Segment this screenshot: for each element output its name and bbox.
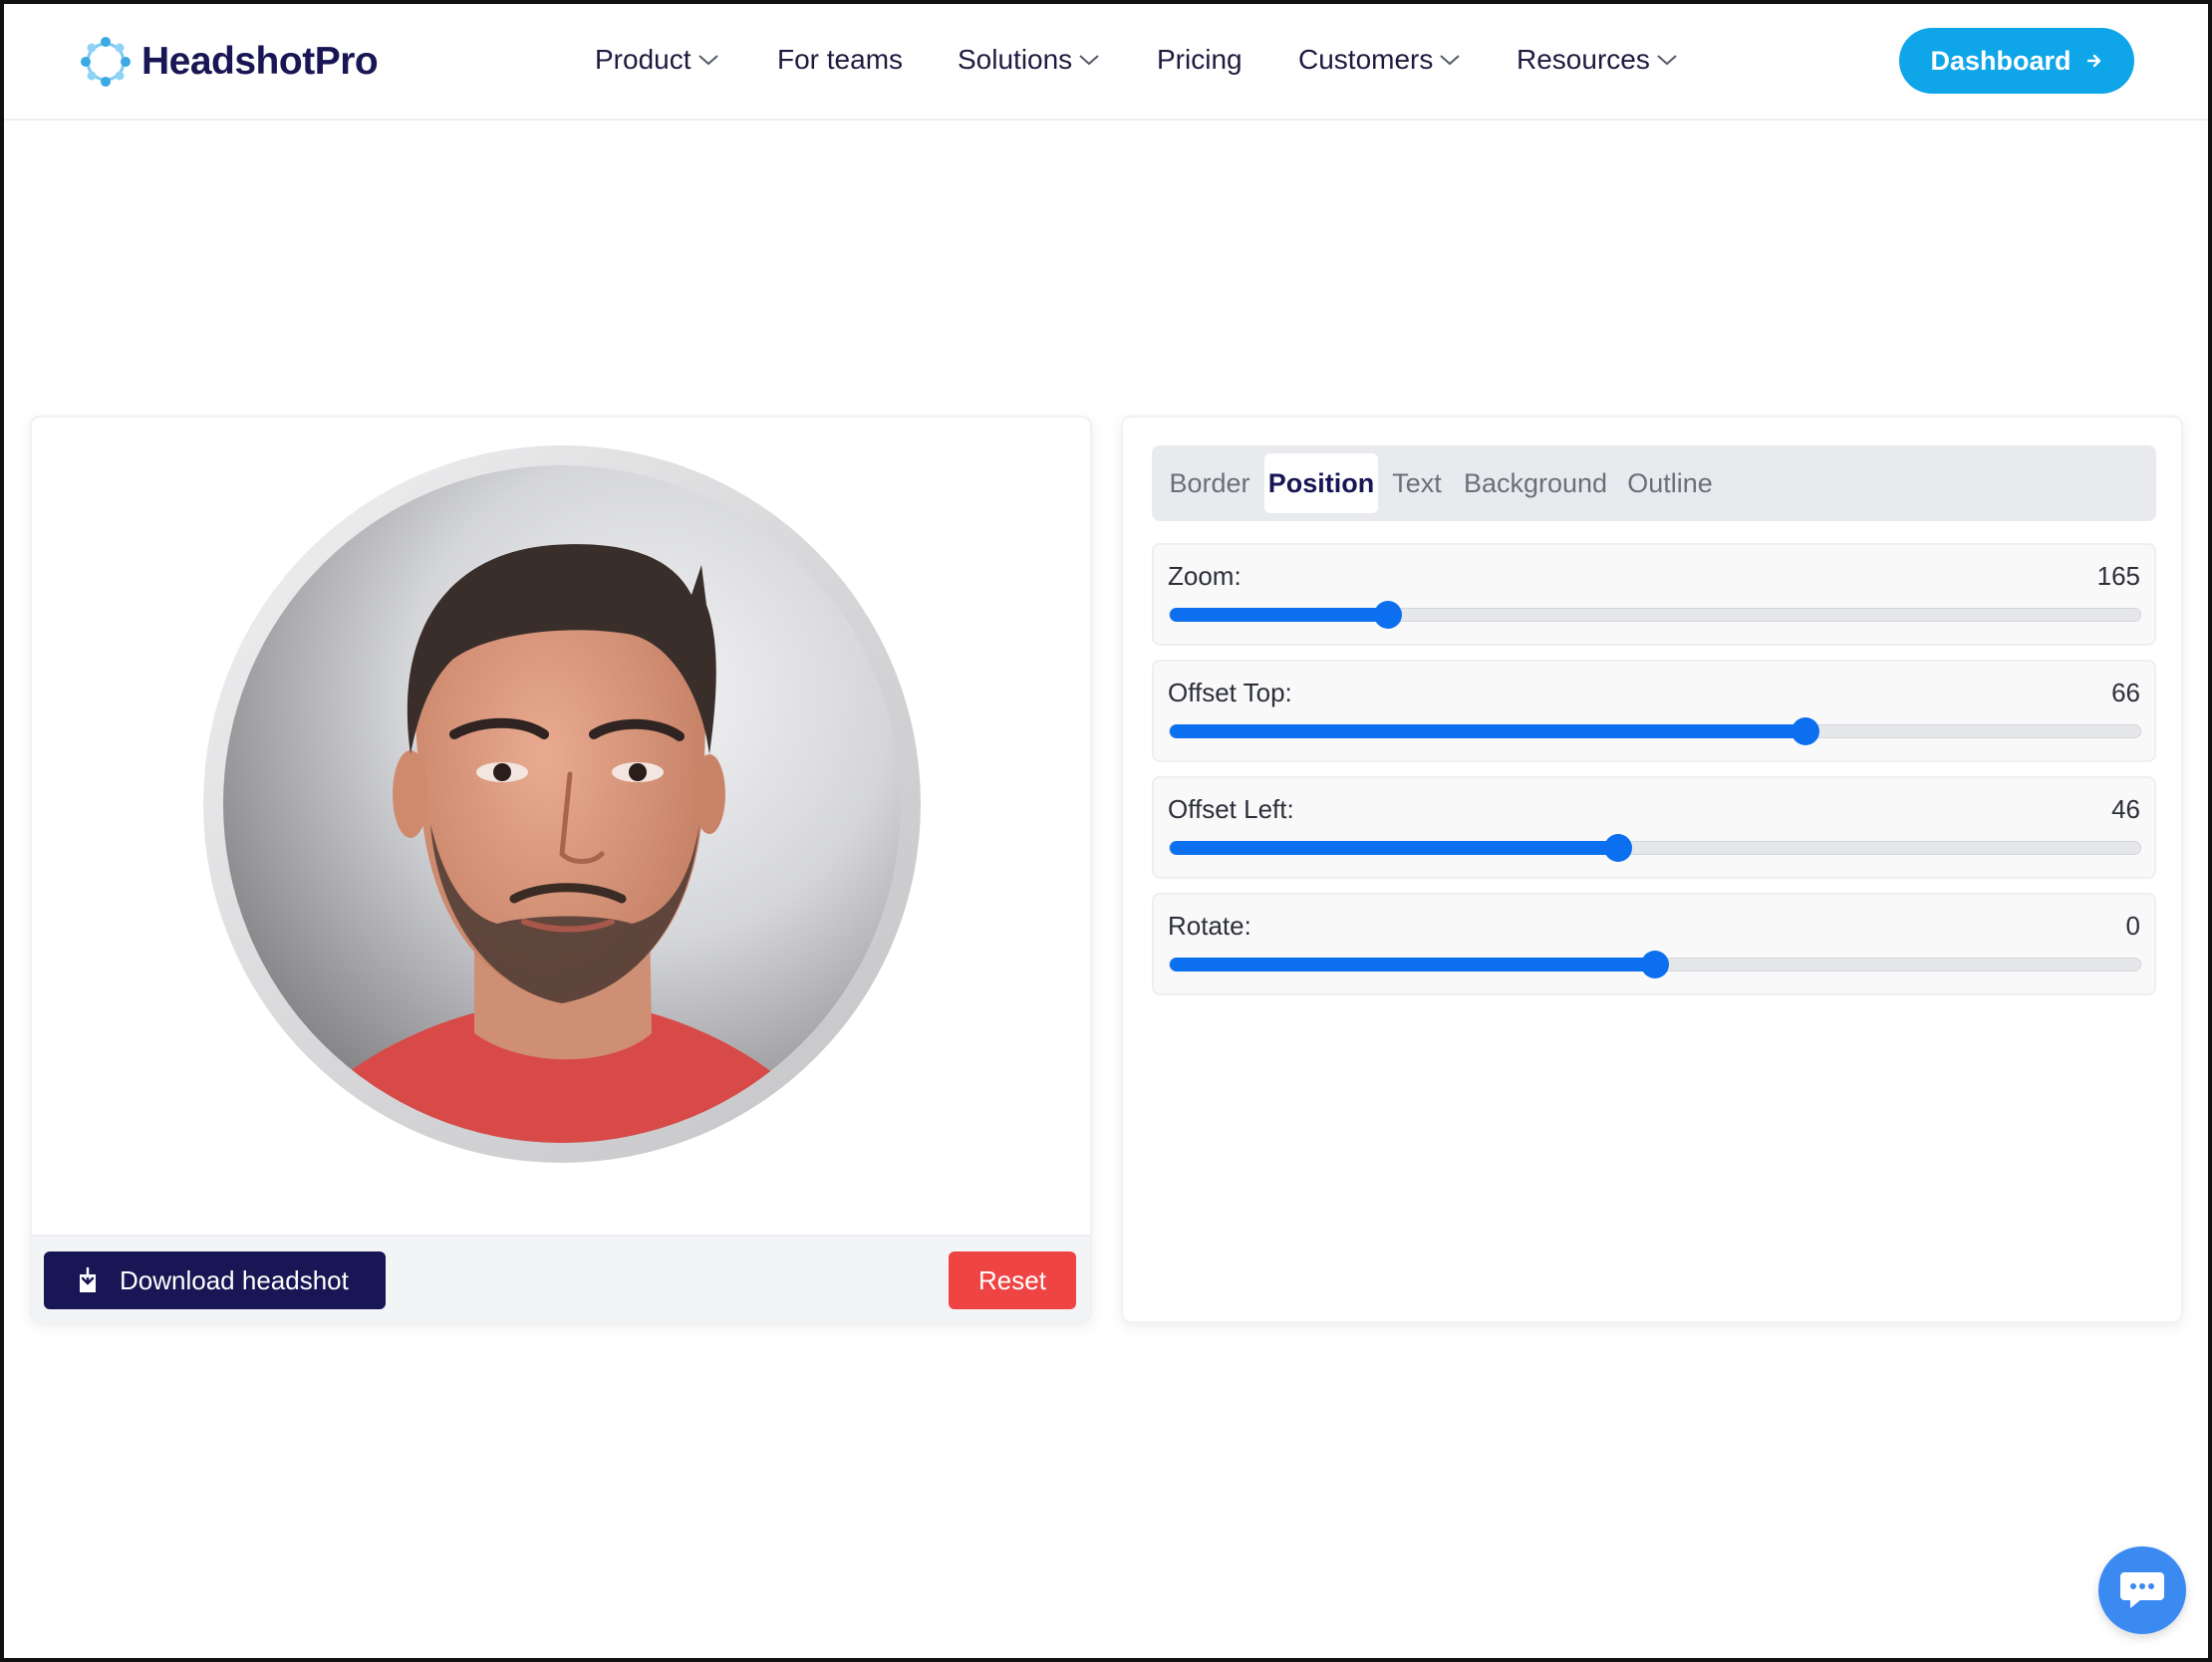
- slider-thumb[interactable]: [1791, 717, 1819, 745]
- tab-text[interactable]: Text: [1383, 453, 1451, 513]
- brand-name: HeadshotPro: [141, 40, 379, 83]
- nav-item-customers[interactable]: Customers: [1298, 44, 1461, 76]
- reset-label: Reset: [978, 1264, 1046, 1295]
- headshot-preview: [203, 445, 921, 1163]
- tab-position[interactable]: Position: [1264, 453, 1378, 513]
- chevron-down-icon: [1079, 55, 1099, 66]
- rotate-slider-card: Rotate: 0: [1152, 893, 2156, 995]
- tab-background[interactable]: Background: [1456, 453, 1615, 513]
- zoom-slider-card: Zoom: 165: [1152, 543, 2156, 646]
- slider-fill: [1170, 958, 1655, 971]
- headshot-preview-panel: Download headshot Reset: [30, 416, 1092, 1323]
- tab-label: Outline: [1627, 467, 1713, 498]
- offset-top-slider-card: Offset Top: 66: [1152, 660, 2156, 762]
- headshotpro-logo-icon: [81, 37, 131, 87]
- rotate-value: 0: [2125, 911, 2140, 941]
- chat-button[interactable]: [2098, 1546, 2186, 1634]
- offset-left-label: Offset Left:: [1168, 794, 1294, 824]
- controls-panel: Border Position Text Background Outline …: [1121, 416, 2183, 1323]
- slider-thumb[interactable]: [1641, 951, 1669, 978]
- nav-item-resources[interactable]: Resources: [1517, 44, 1678, 76]
- offset-left-value: 46: [2111, 794, 2140, 824]
- offset-left-slider-card: Offset Left: 46: [1152, 776, 2156, 879]
- dashboard-label: Dashboard: [1930, 45, 2072, 76]
- nav-label: Resources: [1517, 44, 1650, 75]
- tab-label: Position: [1267, 467, 1375, 498]
- site-header: HeadshotPro Product For teams Solutions …: [4, 4, 2208, 121]
- dashboard-button[interactable]: Dashboard: [1899, 28, 2134, 94]
- rotate-label: Rotate:: [1168, 911, 1251, 941]
- slider-thumb[interactable]: [1603, 834, 1632, 862]
- download-label: Download headshot: [120, 1264, 349, 1295]
- offset-top-label: Offset Top:: [1168, 678, 1292, 707]
- slider-fill: [1170, 841, 1618, 855]
- tab-label: Text: [1392, 467, 1442, 498]
- nav-label: For teams: [777, 44, 904, 75]
- offset-top-value: 66: [2111, 678, 2140, 707]
- tab-outline[interactable]: Outline: [1620, 453, 1720, 513]
- arrow-right-icon: [2086, 54, 2100, 68]
- headshot-image: [203, 445, 921, 1163]
- editor-tabs: Border Position Text Background Outline: [1152, 445, 2156, 521]
- nav-item-for-teams[interactable]: For teams: [777, 44, 903, 76]
- chevron-down-icon: [1657, 55, 1677, 66]
- offset-top-slider[interactable]: [1169, 717, 2141, 745]
- slider-fill: [1170, 724, 1805, 738]
- chevron-down-icon: [697, 55, 718, 66]
- nav-label: Pricing: [1157, 44, 1243, 75]
- tab-label: Background: [1463, 467, 1608, 498]
- reset-button[interactable]: Reset: [949, 1251, 1076, 1309]
- tab-border[interactable]: Border: [1160, 453, 1259, 513]
- nav-item-solutions[interactable]: Solutions: [958, 44, 1100, 76]
- zoom-label: Zoom:: [1168, 561, 1242, 591]
- nav-label: Solutions: [958, 44, 1073, 75]
- rotate-slider[interactable]: [1169, 951, 2141, 978]
- tab-label: Border: [1169, 467, 1250, 498]
- nav-label: Customers: [1298, 44, 1434, 75]
- nav-item-product[interactable]: Product: [595, 44, 719, 76]
- preview-actions: Download headshot Reset: [32, 1235, 1090, 1321]
- offset-left-slider[interactable]: [1169, 834, 2141, 862]
- zoom-slider[interactable]: [1169, 601, 2141, 629]
- download-headshot-button[interactable]: Download headshot: [44, 1251, 386, 1309]
- slider-thumb[interactable]: [1374, 601, 1403, 629]
- chevron-down-icon: [1440, 55, 1461, 66]
- logo[interactable]: HeadshotPro: [80, 36, 379, 88]
- slider-fill: [1170, 608, 1389, 622]
- zoom-value: 165: [2096, 561, 2140, 591]
- nav-label: Product: [595, 44, 691, 75]
- download-icon: [80, 1266, 96, 1292]
- nav-item-pricing[interactable]: Pricing: [1157, 44, 1243, 76]
- chat-bubble-icon: [2120, 1572, 2164, 1608]
